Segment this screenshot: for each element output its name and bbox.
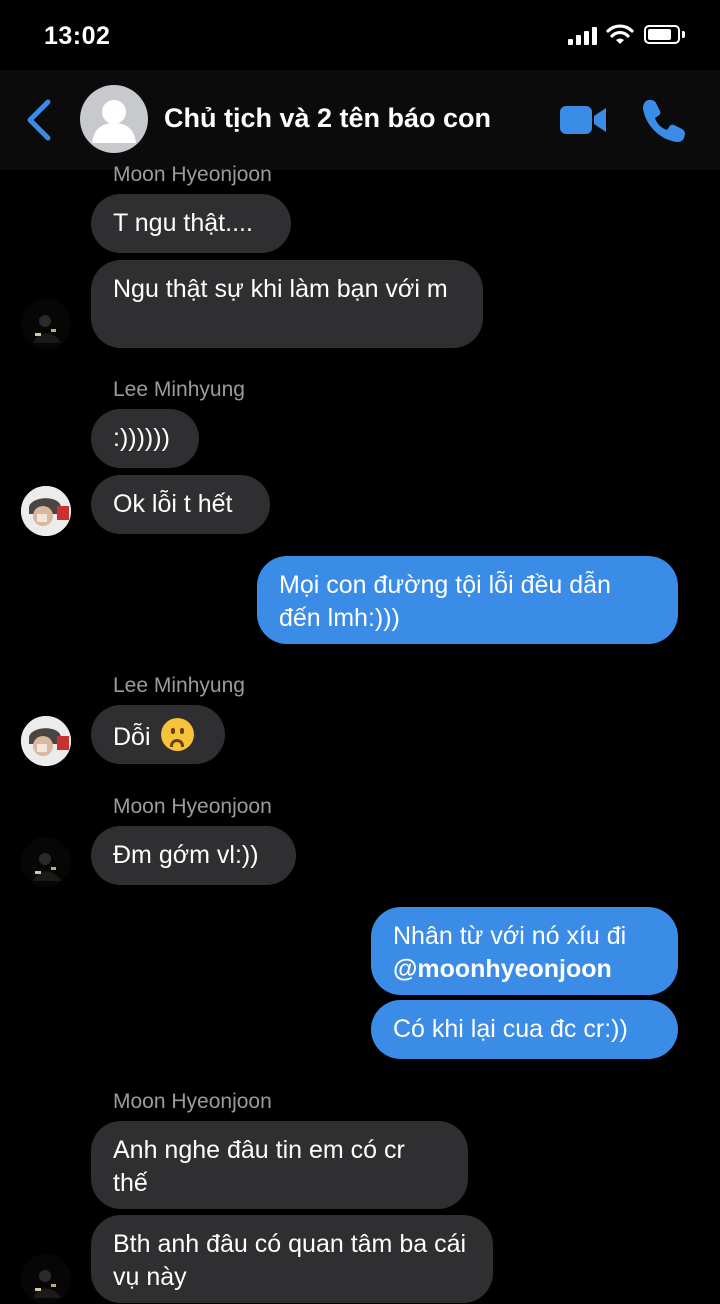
sender-name: Moon Hyeonjoon [113,163,272,186]
group-avatar[interactable] [80,85,148,153]
dark-portrait-icon [21,837,71,887]
portrait-photo-icon [21,486,71,536]
video-call-icon[interactable] [558,100,608,140]
user-mention[interactable]: @moonhyeonjoon [393,955,612,983]
battery-icon [644,25,680,44]
sender-name: Lee Minhyung [113,378,245,401]
back-chevron-icon[interactable] [22,98,58,142]
message-text: Dỗi [113,723,151,751]
outgoing-message-bubble[interactable]: Mọi con đường tội lỗi đều dẫn đến lmh:))… [257,556,678,644]
dark-portrait-icon [21,299,71,349]
portrait-photo-icon [21,716,71,766]
incoming-message-bubble[interactable]: :)))))) [91,409,199,468]
frowning-face-icon [161,718,195,751]
conversation-title[interactable]: Chủ tịch và 2 tên báo con [164,103,491,134]
wifi-icon [606,24,634,44]
sender-name: Moon Hyeonjoon [113,795,272,818]
lee-minhyung-avatar[interactable] [21,486,71,536]
incoming-message-bubble[interactable]: T ngu thật.... [91,194,291,253]
sender-name: Lee Minhyung [113,674,245,697]
outgoing-message-bubble[interactable]: Nhân từ với nó xíu đi @moonhyeonjoon [371,907,678,995]
status-time: 13:02 [44,22,111,50]
cellular-signal-icon [568,27,598,45]
moon-hyeonjoon-avatar[interactable] [21,837,71,887]
chat-header: Chủ tịch và 2 tên báo con [0,70,720,170]
incoming-message-bubble[interactable]: Bth anh đâu có quan tâm ba cái vụ này [91,1215,493,1303]
lee-minhyung-avatar[interactable] [21,716,71,766]
phone-call-icon[interactable] [640,96,688,144]
moon-hyeonjoon-avatar[interactable] [21,299,71,349]
message-text: Nhân từ với nó xíu đi [393,922,627,950]
incoming-message-bubble[interactable]: Ngu thật sự khi làm bạn với m [91,260,483,348]
incoming-message-bubble[interactable]: Dỗi [91,705,225,764]
incoming-message-bubble[interactable]: Ok lỗi t hết [91,475,270,534]
incoming-message-bubble[interactable]: Anh nghe đâu tin em có cr thế [91,1121,468,1209]
moon-hyeonjoon-avatar[interactable] [21,1254,71,1304]
outgoing-message-bubble[interactable]: Có khi lại cua đc cr:)) [371,1000,678,1059]
incoming-message-bubble[interactable]: Đm gớm vl:)) [91,826,296,885]
person-placeholder-icon [92,100,136,143]
dark-portrait-icon [21,1254,71,1304]
status-bar: 13:02 [0,0,720,70]
sender-name: Moon Hyeonjoon [113,1090,272,1113]
